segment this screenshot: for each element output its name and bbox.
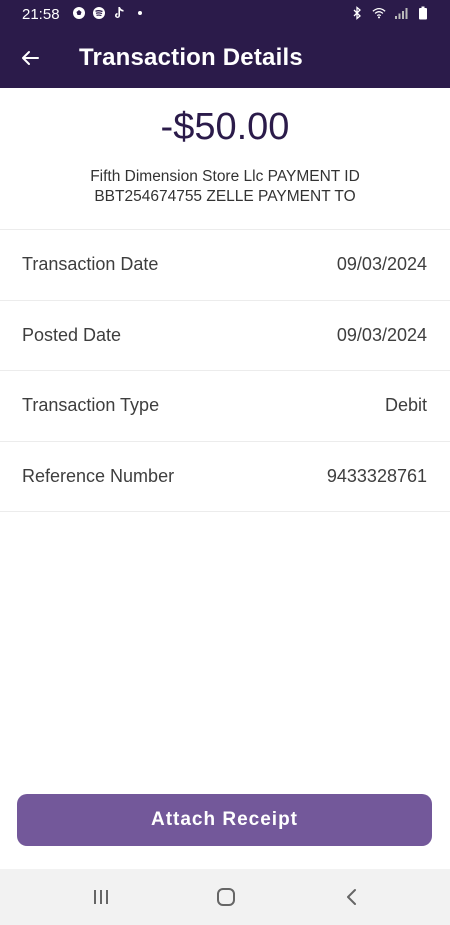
detail-label: Transaction Date [22,254,159,274]
system-nav-bar [0,869,450,925]
transaction-amount: -$50.00 [160,106,290,148]
back-button[interactable] [12,40,48,76]
signal-icon [395,8,408,19]
tiktok-icon [115,7,124,18]
battery-icon [419,6,427,20]
nav-back-button[interactable] [337,883,367,911]
detail-label: Transaction Type [22,395,160,415]
detail-label: Posted Date [22,324,122,345]
app-bar: Transaction Details [0,30,450,88]
detail-value: Debit [384,395,427,415]
detail-row-reference-number: Reference Number 9433328761 [0,442,450,512]
detail-row-transaction-date: Transaction Date 09/03/2024 [0,230,450,301]
detail-label: Reference Number [22,465,175,486]
back-arrow-icon [22,51,39,65]
page-title: Transaction Details [79,44,303,71]
status-time: 21:58 [22,6,60,23]
wifi-icon [372,8,386,19]
home-button[interactable] [211,883,241,911]
transaction-details-list: Transaction Date 09/03/2024 Posted Date … [0,229,450,512]
back-icon [347,889,356,905]
soccer-ball-icon [73,7,85,19]
recent-apps-icon [94,890,108,904]
detail-value: 9433328761 [326,465,427,486]
status-left-icons [72,6,142,20]
status-right-icons [350,6,430,20]
recent-apps-button[interactable] [86,883,116,911]
top-header: 21:58 Transaction Details [0,0,450,88]
home-icon [217,888,235,906]
detail-value: 09/03/2024 [336,254,427,274]
bluetooth-icon [353,6,361,20]
detail-row-transaction-type: Transaction Type Debit [0,371,450,442]
status-bar: 21:58 [0,0,450,30]
screen: 21:58 Transaction Details -$50.00 Fifth … [0,0,450,925]
transaction-description: Fifth Dimension Store Llc PAYMENT ID BBT… [90,168,360,205]
detail-row-posted-date: Posted Date 09/03/2024 [0,301,450,371]
spotify-icon [93,7,105,19]
detail-value: 09/03/2024 [336,324,427,345]
notification-dot-icon [138,11,142,15]
attach-receipt-button[interactable]: Attach Receipt [17,794,432,846]
